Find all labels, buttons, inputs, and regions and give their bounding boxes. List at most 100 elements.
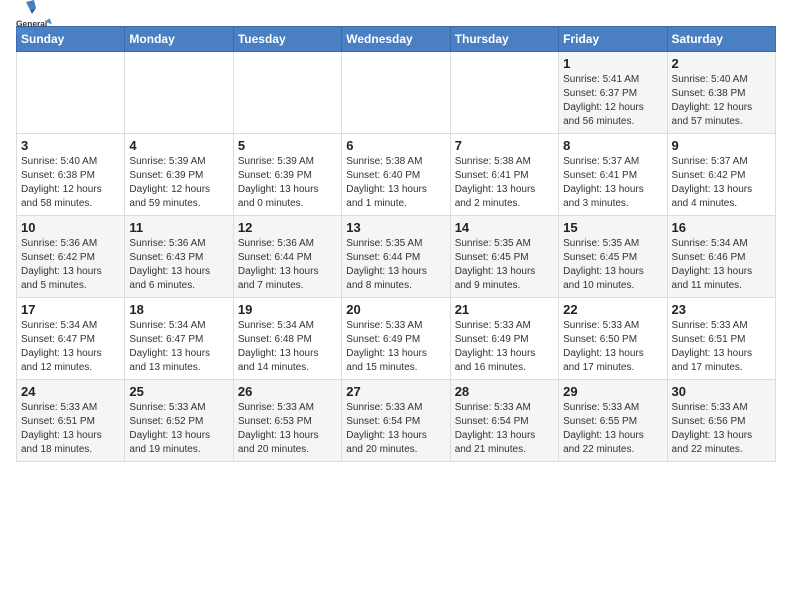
cell-content: Daylight: 13 hours (129, 265, 228, 279)
day-number: 19 (238, 302, 337, 317)
cell-content: Sunrise: 5:39 AM (129, 155, 228, 169)
calendar-cell: 15Sunrise: 5:35 AMSunset: 6:45 PMDayligh… (559, 216, 667, 298)
cell-content: Sunset: 6:54 PM (455, 415, 554, 429)
day-number: 11 (129, 220, 228, 235)
calendar-cell: 28Sunrise: 5:33 AMSunset: 6:54 PMDayligh… (450, 380, 558, 462)
cell-content: and 19 minutes. (129, 443, 228, 457)
calendar-week-row: 10Sunrise: 5:36 AMSunset: 6:42 PMDayligh… (17, 216, 776, 298)
cell-content: and 5 minutes. (21, 279, 120, 293)
calendar-cell: 20Sunrise: 5:33 AMSunset: 6:49 PMDayligh… (342, 298, 450, 380)
cell-content: and 16 minutes. (455, 361, 554, 375)
day-number: 13 (346, 220, 445, 235)
cell-content: and 11 minutes. (672, 279, 771, 293)
cell-content: and 0 minutes. (238, 197, 337, 211)
cell-content: and 58 minutes. (21, 197, 120, 211)
calendar-cell: 22Sunrise: 5:33 AMSunset: 6:50 PMDayligh… (559, 298, 667, 380)
cell-content: Daylight: 12 hours (672, 101, 771, 115)
day-number: 26 (238, 384, 337, 399)
cell-content: and 22 minutes. (563, 443, 662, 457)
cell-content: Sunrise: 5:36 AM (238, 237, 337, 251)
calendar-cell: 12Sunrise: 5:36 AMSunset: 6:44 PMDayligh… (233, 216, 341, 298)
cell-content: Daylight: 13 hours (21, 429, 120, 443)
day-number: 7 (455, 138, 554, 153)
day-number: 25 (129, 384, 228, 399)
calendar-cell: 4Sunrise: 5:39 AMSunset: 6:39 PMDaylight… (125, 134, 233, 216)
cell-content: and 21 minutes. (455, 443, 554, 457)
calendar-cell (233, 52, 341, 134)
cell-content: Sunset: 6:38 PM (21, 169, 120, 183)
calendar-cell: 2Sunrise: 5:40 AMSunset: 6:38 PMDaylight… (667, 52, 775, 134)
cell-content: Daylight: 13 hours (672, 429, 771, 443)
logo-bird-icon (18, 0, 36, 14)
day-number: 17 (21, 302, 120, 317)
calendar-cell: 1Sunrise: 5:41 AMSunset: 6:37 PMDaylight… (559, 52, 667, 134)
day-number: 23 (672, 302, 771, 317)
cell-content: and 7 minutes. (238, 279, 337, 293)
day-number: 18 (129, 302, 228, 317)
cell-content: Sunset: 6:41 PM (455, 169, 554, 183)
cell-content: and 15 minutes. (346, 361, 445, 375)
day-number: 6 (346, 138, 445, 153)
day-number: 16 (672, 220, 771, 235)
cell-content: Daylight: 13 hours (129, 347, 228, 361)
cell-content: and 2 minutes. (455, 197, 554, 211)
cell-content: Daylight: 13 hours (346, 347, 445, 361)
calendar-cell: 14Sunrise: 5:35 AMSunset: 6:45 PMDayligh… (450, 216, 558, 298)
day-number: 3 (21, 138, 120, 153)
cell-content: and 20 minutes. (346, 443, 445, 457)
cell-content: Sunset: 6:46 PM (672, 251, 771, 265)
calendar-cell: 26Sunrise: 5:33 AMSunset: 6:53 PMDayligh… (233, 380, 341, 462)
day-number: 5 (238, 138, 337, 153)
cell-content: Sunset: 6:45 PM (455, 251, 554, 265)
calendar-cell: 16Sunrise: 5:34 AMSunset: 6:46 PMDayligh… (667, 216, 775, 298)
day-number: 4 (129, 138, 228, 153)
calendar-cell: 9Sunrise: 5:37 AMSunset: 6:42 PMDaylight… (667, 134, 775, 216)
calendar-table: SundayMondayTuesdayWednesdayThursdayFrid… (16, 26, 776, 462)
calendar-cell: 30Sunrise: 5:33 AMSunset: 6:56 PMDayligh… (667, 380, 775, 462)
day-number: 10 (21, 220, 120, 235)
day-number: 9 (672, 138, 771, 153)
cell-content: Sunset: 6:43 PM (129, 251, 228, 265)
cell-content: and 10 minutes. (563, 279, 662, 293)
calendar-week-row: 1Sunrise: 5:41 AMSunset: 6:37 PMDaylight… (17, 52, 776, 134)
cell-content: Sunset: 6:39 PM (129, 169, 228, 183)
cell-content: Daylight: 13 hours (672, 347, 771, 361)
weekday-header-tuesday: Tuesday (233, 27, 341, 52)
cell-content: Sunset: 6:53 PM (238, 415, 337, 429)
day-number: 28 (455, 384, 554, 399)
cell-content: Sunrise: 5:40 AM (672, 73, 771, 87)
cell-content: Daylight: 13 hours (455, 265, 554, 279)
weekday-header-wednesday: Wednesday (342, 27, 450, 52)
cell-content: Sunrise: 5:38 AM (455, 155, 554, 169)
cell-content: Sunset: 6:39 PM (238, 169, 337, 183)
calendar-week-row: 24Sunrise: 5:33 AMSunset: 6:51 PMDayligh… (17, 380, 776, 462)
cell-content: and 12 minutes. (21, 361, 120, 375)
cell-content: Sunrise: 5:37 AM (563, 155, 662, 169)
cell-content: Daylight: 13 hours (563, 347, 662, 361)
calendar-cell (450, 52, 558, 134)
cell-content: Sunset: 6:44 PM (346, 251, 445, 265)
cell-content: Sunrise: 5:33 AM (563, 319, 662, 333)
weekday-header-row: SundayMondayTuesdayWednesdayThursdayFrid… (17, 27, 776, 52)
day-number: 27 (346, 384, 445, 399)
cell-content: Daylight: 13 hours (455, 347, 554, 361)
cell-content: Sunrise: 5:33 AM (455, 319, 554, 333)
cell-content: Daylight: 12 hours (21, 183, 120, 197)
cell-content: Sunrise: 5:34 AM (238, 319, 337, 333)
day-number: 30 (672, 384, 771, 399)
cell-content: and 59 minutes. (129, 197, 228, 211)
cell-content: Sunset: 6:40 PM (346, 169, 445, 183)
cell-content: Sunrise: 5:33 AM (672, 401, 771, 415)
cell-content: Sunrise: 5:36 AM (21, 237, 120, 251)
cell-content: Daylight: 13 hours (672, 183, 771, 197)
cell-content: Daylight: 13 hours (563, 265, 662, 279)
cell-content: Sunrise: 5:33 AM (455, 401, 554, 415)
cell-content: Sunset: 6:41 PM (563, 169, 662, 183)
cell-content: Daylight: 13 hours (455, 183, 554, 197)
calendar-body: 1Sunrise: 5:41 AMSunset: 6:37 PMDaylight… (17, 52, 776, 462)
cell-content: Daylight: 13 hours (563, 183, 662, 197)
cell-content: Sunrise: 5:34 AM (129, 319, 228, 333)
calendar-cell: 8Sunrise: 5:37 AMSunset: 6:41 PMDaylight… (559, 134, 667, 216)
cell-content: Sunrise: 5:36 AM (129, 237, 228, 251)
cell-content: and 6 minutes. (129, 279, 228, 293)
